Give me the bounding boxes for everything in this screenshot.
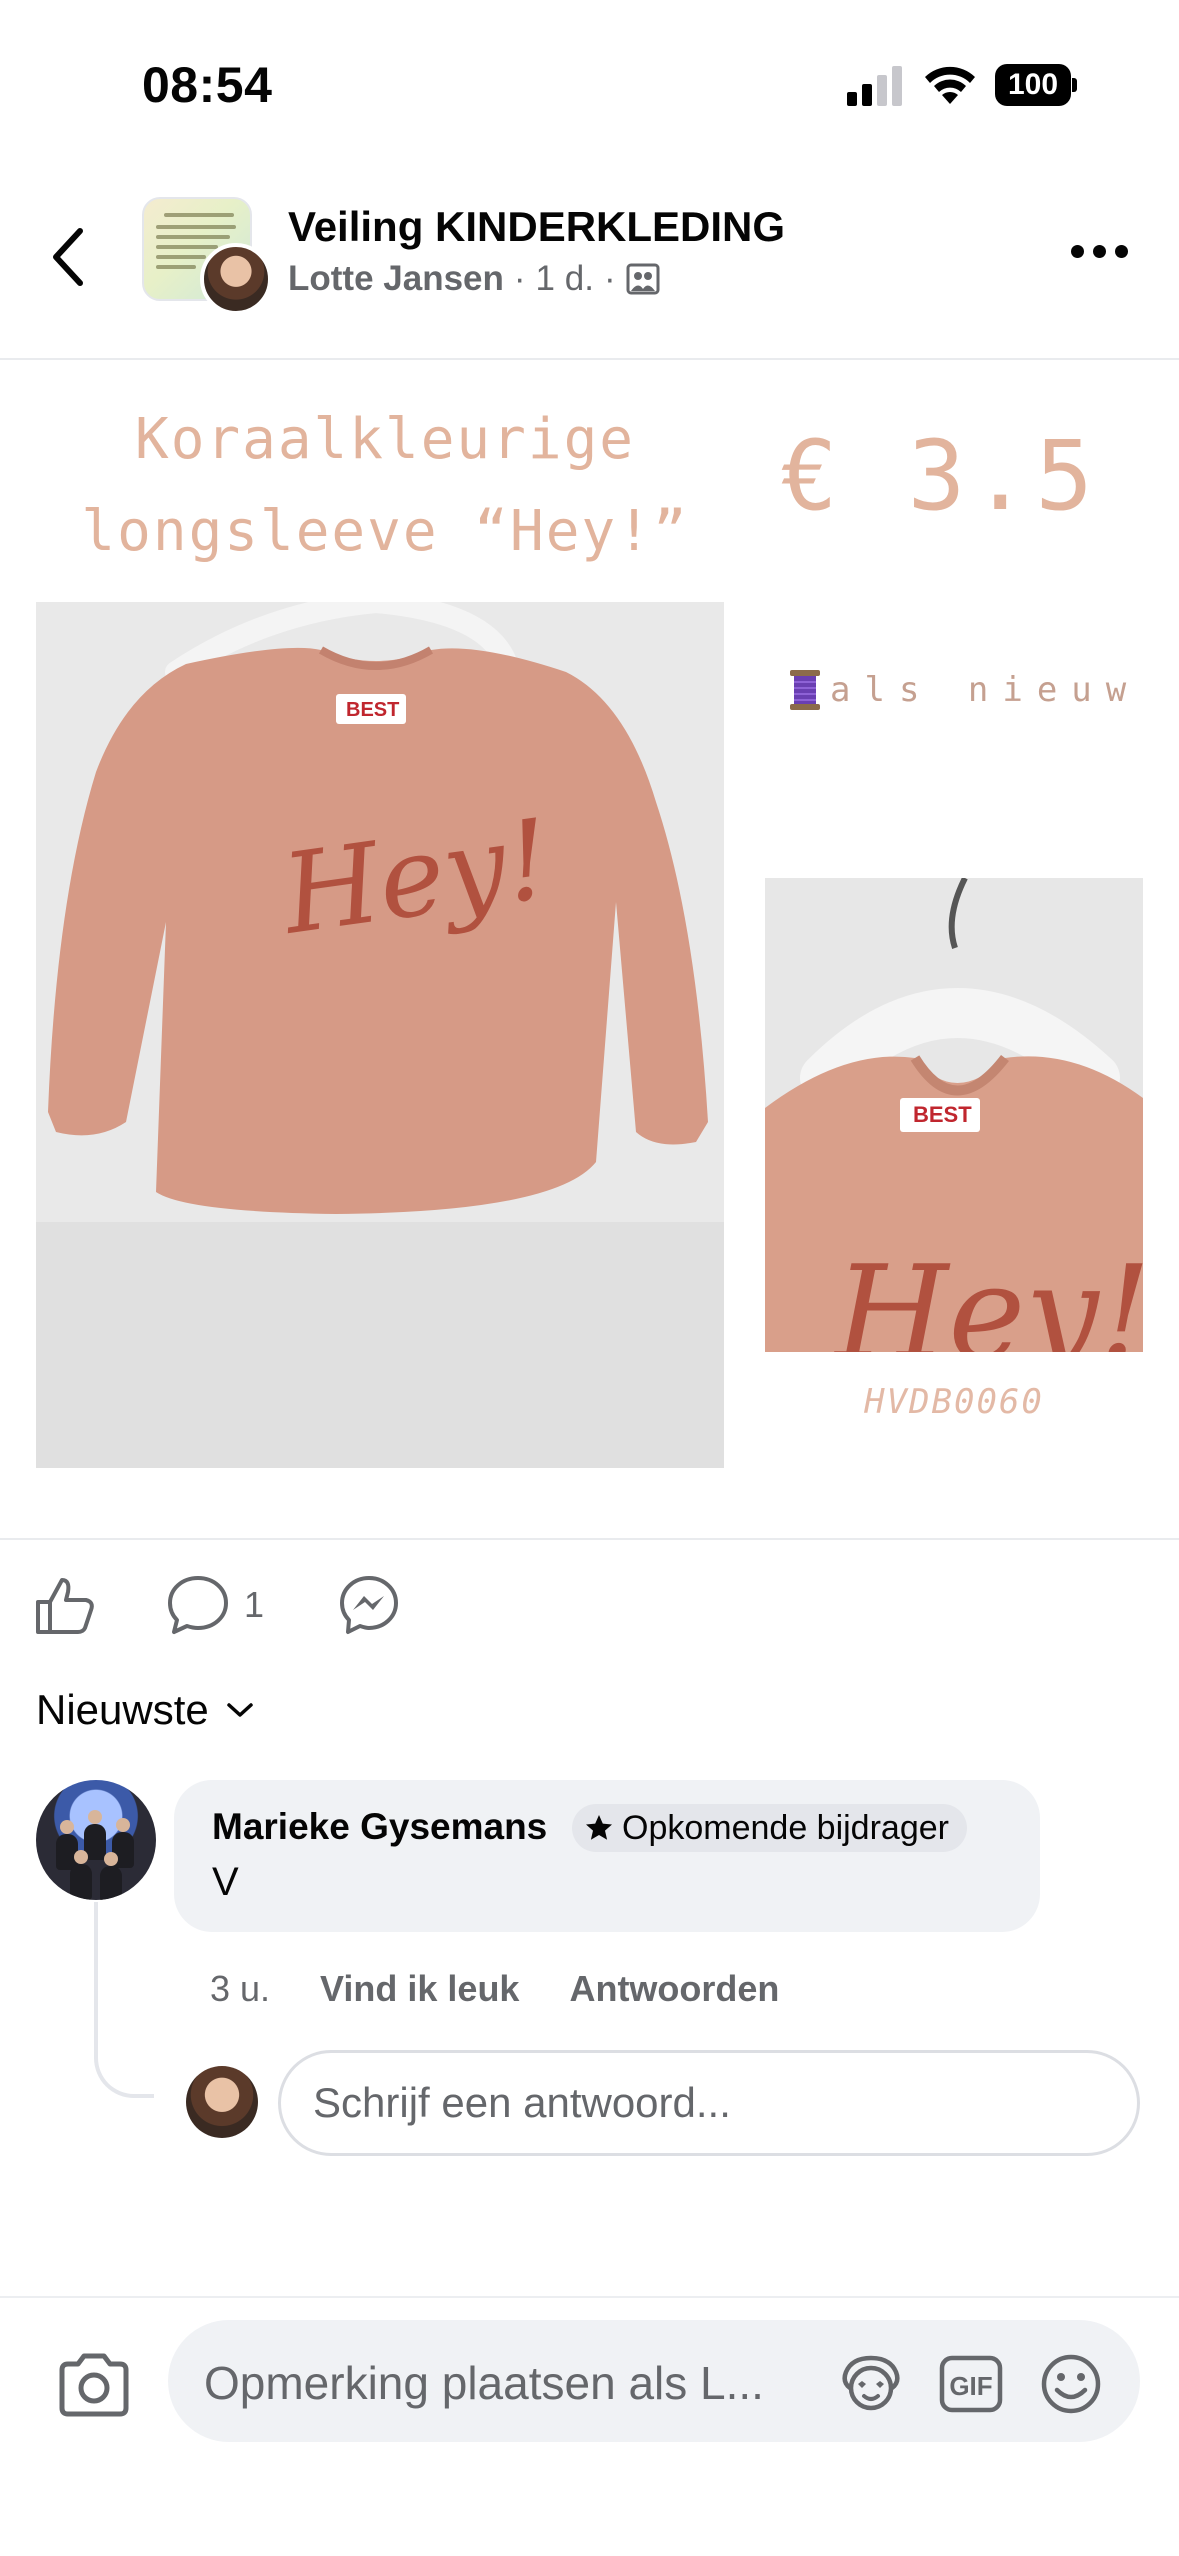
composer-placeholder: Opmerking plaatsen als L... [204,2357,764,2409]
comment-button[interactable]: 1 [166,1570,264,1640]
emoji-icon[interactable] [1036,2352,1106,2416]
back-arrow-icon[interactable] [48,225,92,289]
image-condition: als nieuw [788,668,1140,712]
comment-icon [168,1576,228,1634]
action-bar: 1 [0,1570,1179,1650]
comment-thread-line [94,1902,154,2098]
chevron-down-icon [227,1703,253,1717]
more-options-icon[interactable] [1071,241,1131,261]
comment-meta: 3 u. Vind ik leuk Antwoorden [210,1968,779,2010]
author-name[interactable]: Lotte Jansen [288,259,504,299]
comment-bubble[interactable]: Marieke Gysemans Opkomende bijdrager V [174,1780,1040,1932]
meta-separator: · [513,259,526,298]
condition-text: als nieuw [830,670,1141,710]
star-icon [586,1815,612,1840]
image-title: Koraalkleurige longsleeve “Hey!” [60,394,710,578]
reply-input[interactable] [278,2050,1140,2156]
post-meta: Lotte Jansen · 1 d. · [288,259,660,299]
battery-level: 100 [995,64,1071,106]
camera-icon[interactable] [56,2350,132,2420]
group-audience-icon [626,263,660,295]
messenger-share-button[interactable] [338,1570,400,1640]
contributor-badge[interactable]: Opkomende bijdrager [572,1804,967,1852]
thread-spool-icon [790,670,820,710]
image-title-line2: longsleeve “Hey!” [81,499,689,564]
badge-label: Opkomende bijdrager [622,1808,949,1847]
battery-icon: 100 [995,64,1077,106]
reply-user-avatar [186,2066,258,2138]
comment-count: 1 [244,1584,265,1625]
image-title-line1: Koraalkleurige [134,407,635,472]
detail-print-text: Hey! [833,1237,1143,1352]
thumbs-up-icon [36,1578,94,1634]
cellular-signal-icon [847,66,902,106]
shirt-photo-detail: BEST Hey! [765,878,1143,1352]
comment-composer-field[interactable]: Opmerking plaatsen als L... GIF [168,2320,1140,2442]
brand-label: BEST [346,699,399,721]
image-price: € 3.5 [780,420,1099,532]
gif-icon[interactable]: GIF [936,2352,1006,2416]
comment-author[interactable]: Marieke Gysemans [212,1806,547,1848]
avatar-sticker-icon[interactable] [836,2352,906,2416]
post-time[interactable]: 1 d. [536,259,594,299]
status-time: 08:54 [142,57,273,113]
group-name[interactable]: Veiling KINDERKLEDING [288,203,785,251]
comment-sort-dropdown[interactable]: Nieuwste [36,1686,255,1734]
author-avatar[interactable] [200,243,272,315]
image-code: HVDB0060 [864,1382,1044,1422]
post-image[interactable]: Koraalkleurige longsleeve “Hey!” € 3.5 a… [0,360,1179,1540]
comment-time[interactable]: 3 u. [210,1968,270,2010]
comment-composer: Opmerking plaatsen als L... GIF [0,2296,1179,2556]
shirt-photo-main: BEST Hey! [36,602,724,1468]
like-button[interactable] [34,1570,96,1640]
comment-text: V [212,1860,239,1904]
sort-label: Nieuwste [36,1686,209,1733]
commenter-avatar[interactable] [36,1780,156,1900]
meta-separator-2: · [603,259,616,298]
detail-brand-label: BEST [913,1102,972,1127]
image-divider [0,1538,1179,1540]
messenger-icon [340,1576,398,1634]
comment-reply-button[interactable]: Antwoorden [569,1968,779,2010]
wifi-icon [925,66,975,104]
post-header: Veiling KINDERKLEDING Lotte Jansen · 1 d… [0,185,1179,325]
comment-like-button[interactable]: Vind ik leuk [320,1968,519,2010]
status-bar: 08:54 100 [0,0,1179,150]
svg-text:GIF: GIF [949,2371,992,2401]
